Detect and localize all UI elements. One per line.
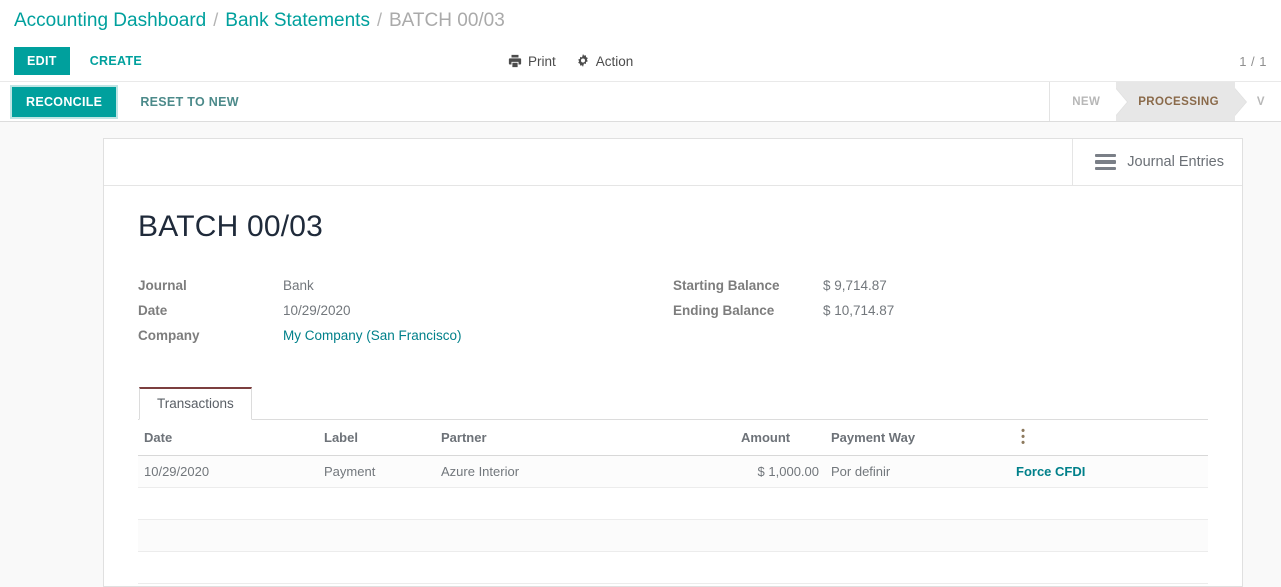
table-empty-row: [138, 519, 1208, 552]
empty-cell: [138, 487, 1208, 520]
empty-cell: [138, 519, 1208, 552]
breadcrumb-item-accounting-dashboard[interactable]: Accounting Dashboard: [14, 10, 206, 32]
vertical-dots-icon[interactable]: • • •: [1016, 426, 1030, 449]
table-body: 10/29/2020 Payment Azure Interior $ 1,00…: [138, 455, 1208, 586]
status-stage-label: NEW: [1072, 95, 1101, 108]
notebook-tabs: Transactions: [138, 387, 1208, 420]
control-panel: EDIT CREATE Print Action 1 / 1: [0, 41, 1281, 81]
print-button[interactable]: Print: [508, 54, 556, 69]
table-empty-row: [138, 487, 1208, 520]
transactions-table: Date Label Partner Amount Payment Way • •…: [138, 420, 1208, 586]
table-empty-row: [138, 551, 1208, 584]
notebook: Transactions Date Label Partner Amount P…: [138, 387, 1208, 586]
cell-action: Force CFDI: [1010, 455, 1208, 488]
field-value-date[interactable]: 10/29/2020: [283, 303, 351, 318]
status-stage-new[interactable]: NEW: [1050, 82, 1129, 121]
field-label: Journal: [138, 278, 187, 293]
breadcrumb-item-bank-statements[interactable]: Bank Statements: [225, 10, 370, 32]
reconcile-button[interactable]: RECONCILE: [9, 84, 119, 119]
cell-amount: $ 1,000.00: [735, 455, 825, 488]
control-panel-actions: Print Action: [508, 54, 633, 69]
empty-cell: [138, 551, 1208, 584]
cell-payment-way: Por definir: [825, 455, 1010, 488]
action-button[interactable]: Action: [576, 53, 634, 69]
stat-button-label: Journal Entries: [1127, 154, 1224, 170]
field-company: Company My Company (San Francisco): [138, 328, 673, 343]
form-field-groups: Journal Bank Date 10/29/2020 Company My …: [138, 278, 1208, 353]
field-starting-balance: Starting Balance $ 9,714.87: [673, 278, 1093, 293]
table-header-row: Date Label Partner Amount Payment Way • •…: [138, 420, 1208, 456]
reset-to-new-button[interactable]: RESET TO NEW: [128, 87, 251, 117]
gear-icon: [576, 54, 590, 68]
table-row[interactable]: 10/29/2020 Payment Azure Interior $ 1,00…: [138, 455, 1208, 488]
status-bar: RECONCILE RESET TO NEW NEW PROCESSING V: [0, 81, 1281, 122]
field-date: Date 10/29/2020: [138, 303, 673, 318]
column-header-label[interactable]: Label: [318, 420, 435, 456]
field-value-journal[interactable]: Bank: [283, 278, 314, 293]
pager-value: 1 / 1: [1239, 53, 1267, 69]
cell-date: 10/29/2020: [138, 455, 318, 488]
table-empty-row: [138, 583, 1208, 586]
status-stage-label: V: [1256, 95, 1265, 108]
field-ending-balance: Ending Balance $ 10,714.87: [673, 303, 1093, 318]
form-view-container: Journal Entries BATCH 00/03 Journal Bank…: [0, 122, 1281, 587]
printer-icon: [508, 54, 522, 68]
stat-button-journal-entries[interactable]: Journal Entries: [1072, 139, 1242, 185]
form-group-left: Journal Bank Date 10/29/2020 Company My …: [138, 278, 673, 353]
page-title: BATCH 00/03: [138, 210, 324, 243]
create-button[interactable]: CREATE: [77, 47, 155, 75]
field-label: Date: [138, 303, 168, 318]
field-label: Starting Balance: [673, 278, 780, 293]
field-value-starting-balance[interactable]: $ 9,714.87: [823, 278, 887, 293]
form-sheet: Journal Entries BATCH 00/03 Journal Bank…: [103, 138, 1243, 587]
breadcrumb: Accounting Dashboard / Bank Statements /…: [0, 0, 1281, 41]
breadcrumb-separator: /: [213, 10, 219, 30]
empty-cell: [138, 583, 1208, 586]
field-value-company[interactable]: My Company (San Francisco): [283, 328, 462, 343]
breadcrumb-separator: /: [376, 10, 382, 30]
form-group-right: Starting Balance $ 9,714.87 Ending Balan…: [673, 278, 1093, 353]
stat-button-box: Journal Entries: [104, 139, 1242, 186]
list-lines-icon: [1095, 153, 1117, 171]
pager[interactable]: 1 / 1: [1239, 54, 1267, 69]
column-header-partner[interactable]: Partner: [435, 420, 735, 456]
cell-label: Payment: [318, 455, 435, 488]
tab-transactions[interactable]: Transactions: [139, 387, 252, 420]
cell-partner: Azure Interior: [435, 455, 735, 488]
edit-button[interactable]: EDIT: [14, 47, 70, 75]
column-header-amount[interactable]: Amount: [735, 420, 825, 456]
status-pipeline: NEW PROCESSING V: [1049, 82, 1281, 121]
status-stage-label: PROCESSING: [1138, 95, 1219, 108]
field-label: Company: [138, 328, 200, 343]
print-label: Print: [528, 53, 556, 69]
form-body: BATCH 00/03 Journal Bank Date 10/29/2020…: [104, 186, 1242, 586]
column-header-payment-way[interactable]: Payment Way: [825, 420, 1010, 456]
field-label: Ending Balance: [673, 303, 775, 318]
breadcrumb-item-current: BATCH 00/03: [388, 9, 505, 31]
action-label: Action: [595, 53, 634, 69]
field-value-ending-balance[interactable]: $ 10,714.87: [823, 303, 894, 318]
column-header-date[interactable]: Date: [138, 420, 318, 456]
force-cfdi-button[interactable]: Force CFDI: [1016, 464, 1085, 479]
status-stage-processing[interactable]: PROCESSING: [1116, 82, 1247, 121]
column-header-actions: • • •: [1010, 420, 1208, 456]
field-journal: Journal Bank: [138, 278, 673, 293]
